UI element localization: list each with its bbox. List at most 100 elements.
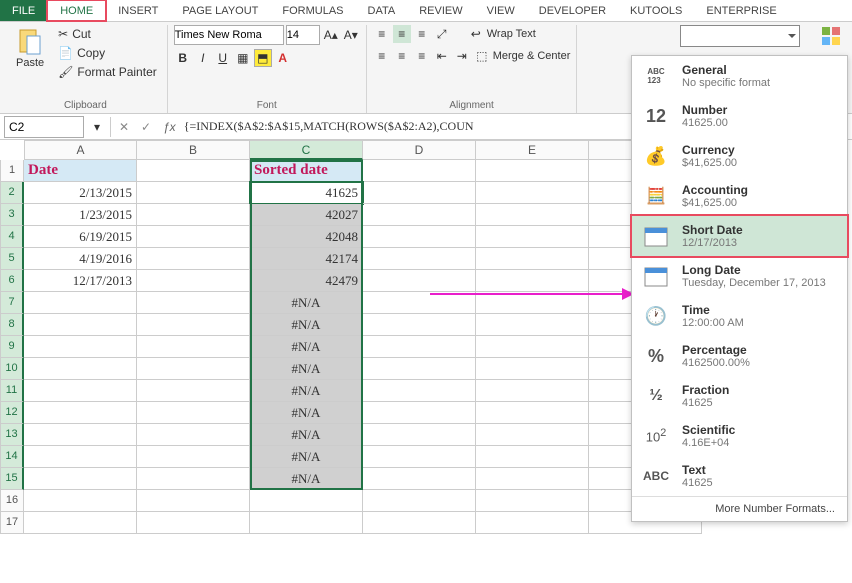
cell-B4[interactable] — [137, 226, 250, 248]
cell-E8[interactable] — [476, 314, 589, 336]
tab-enterprise[interactable]: ENTERPRISE — [694, 0, 788, 21]
cell-A14[interactable] — [24, 446, 137, 468]
cell-B8[interactable] — [137, 314, 250, 336]
cell-D17[interactable] — [363, 512, 476, 534]
align-bottom-icon[interactable]: ≡ — [413, 25, 431, 43]
cell-D6[interactable] — [363, 270, 476, 292]
cell-C10[interactable]: #N/A — [250, 358, 363, 380]
copy-button[interactable]: 📄Copy — [54, 44, 161, 62]
format-option-long-date[interactable]: Long DateTuesday, December 17, 2013 — [632, 256, 847, 296]
cell-D10[interactable] — [363, 358, 476, 380]
tab-formulas[interactable]: FORMULAS — [270, 0, 355, 21]
cell-A11[interactable] — [24, 380, 137, 402]
enter-icon[interactable]: ✓ — [137, 118, 155, 136]
align-top-icon[interactable]: ≡ — [373, 25, 391, 43]
cell-D8[interactable] — [363, 314, 476, 336]
cell-C13[interactable]: #N/A — [250, 424, 363, 446]
cell-E12[interactable] — [476, 402, 589, 424]
cell-C7[interactable]: #N/A — [250, 292, 363, 314]
format-option-currency[interactable]: 💰Currency$41,625.00 — [632, 136, 847, 176]
cell-B15[interactable] — [137, 468, 250, 490]
indent-inc-icon[interactable]: ⇥ — [453, 47, 471, 65]
cell-A4[interactable]: 6/19/2015 — [24, 226, 137, 248]
cell-D16[interactable] — [363, 490, 476, 512]
format-option-fraction[interactable]: ½Fraction41625 — [632, 376, 847, 416]
cell-E4[interactable] — [476, 226, 589, 248]
row-header[interactable]: 15 — [0, 468, 24, 490]
cell-A16[interactable] — [24, 490, 137, 512]
format-option-percentage[interactable]: %Percentage4162500.00% — [632, 336, 847, 376]
cell-A8[interactable] — [24, 314, 137, 336]
cell-E3[interactable] — [476, 204, 589, 226]
fill-color-button[interactable]: ⬒ — [254, 49, 272, 67]
cell-B11[interactable] — [137, 380, 250, 402]
border-button[interactable]: ▦ — [234, 49, 252, 67]
col-header-E[interactable]: E — [476, 140, 589, 160]
row-header[interactable]: 9 — [0, 336, 24, 358]
row-header[interactable]: 10 — [0, 358, 24, 380]
cell-A3[interactable]: 1/23/2015 — [24, 204, 137, 226]
cell-C3[interactable]: 42027 — [250, 204, 363, 226]
cell-D1[interactable] — [363, 160, 476, 182]
cell-D7[interactable] — [363, 292, 476, 314]
cell-B9[interactable] — [137, 336, 250, 358]
row-header[interactable]: 16 — [0, 490, 24, 512]
align-middle-icon[interactable]: ≡ — [393, 25, 411, 43]
cell-B16[interactable] — [137, 490, 250, 512]
italic-button[interactable]: I — [194, 49, 212, 67]
row-header[interactable]: 13 — [0, 424, 24, 446]
cell-B7[interactable] — [137, 292, 250, 314]
col-header-D[interactable]: D — [363, 140, 476, 160]
cell-C4[interactable]: 42048 — [250, 226, 363, 248]
row-header[interactable]: 2 — [0, 182, 24, 204]
row-header[interactable]: 8 — [0, 314, 24, 336]
cell-E16[interactable] — [476, 490, 589, 512]
align-left-icon[interactable]: ≡ — [373, 47, 391, 65]
wrap-text-button[interactable]: Wrap Text — [487, 28, 536, 40]
cell-C5[interactable]: 42174 — [250, 248, 363, 270]
name-box-dropdown-icon[interactable]: ▾ — [88, 118, 106, 136]
cell-C11[interactable]: #N/A — [250, 380, 363, 402]
cell-A2[interactable]: 2/13/2015 — [24, 182, 137, 204]
cell-A5[interactable]: 4/19/2016 — [24, 248, 137, 270]
align-right-icon[interactable]: ≡ — [413, 47, 431, 65]
format-option-general[interactable]: ABC123GeneralNo specific format — [632, 56, 847, 96]
cell-A9[interactable] — [24, 336, 137, 358]
cell-C2[interactable]: 41625 — [250, 182, 363, 204]
number-format-combo[interactable] — [680, 25, 800, 47]
cell-C1[interactable]: Sorted date — [250, 160, 363, 182]
cell-A1[interactable]: Date — [24, 160, 137, 182]
row-header[interactable]: 14 — [0, 446, 24, 468]
cell-D15[interactable] — [363, 468, 476, 490]
cell-C6[interactable]: 42479 — [250, 270, 363, 292]
format-option-scientific[interactable]: 102Scientific4.16E+04 — [632, 416, 847, 456]
row-header[interactable]: 5 — [0, 248, 24, 270]
cell-E2[interactable] — [476, 182, 589, 204]
cell-E13[interactable] — [476, 424, 589, 446]
cell-B5[interactable] — [137, 248, 250, 270]
cell-C8[interactable]: #N/A — [250, 314, 363, 336]
cell-A17[interactable] — [24, 512, 137, 534]
format-option-accounting[interactable]: 🧮Accounting$41,625.00 — [632, 176, 847, 216]
cell-E1[interactable] — [476, 160, 589, 182]
cell-A7[interactable] — [24, 292, 137, 314]
cell-C16[interactable] — [250, 490, 363, 512]
cell-D5[interactable] — [363, 248, 476, 270]
decrease-font-icon[interactable]: A▾ — [342, 26, 360, 44]
cell-B1[interactable] — [137, 160, 250, 182]
tab-view[interactable]: VIEW — [475, 0, 527, 21]
cell-B12[interactable] — [137, 402, 250, 424]
row-header[interactable]: 12 — [0, 402, 24, 424]
format-option-number[interactable]: 12Number41625.00 — [632, 96, 847, 136]
cell-D2[interactable] — [363, 182, 476, 204]
col-header-C[interactable]: C — [250, 140, 363, 160]
paste-button[interactable]: Paste — [10, 25, 50, 71]
more-number-formats[interactable]: More Number Formats... — [632, 496, 847, 521]
cell-E6[interactable] — [476, 270, 589, 292]
name-box[interactable] — [4, 116, 84, 138]
format-option-time[interactable]: 🕐Time12:00:00 AM — [632, 296, 847, 336]
tab-file[interactable]: FILE — [0, 0, 47, 21]
orientation-icon[interactable]: ⤢ — [433, 25, 451, 43]
cell-B6[interactable] — [137, 270, 250, 292]
cell-D12[interactable] — [363, 402, 476, 424]
